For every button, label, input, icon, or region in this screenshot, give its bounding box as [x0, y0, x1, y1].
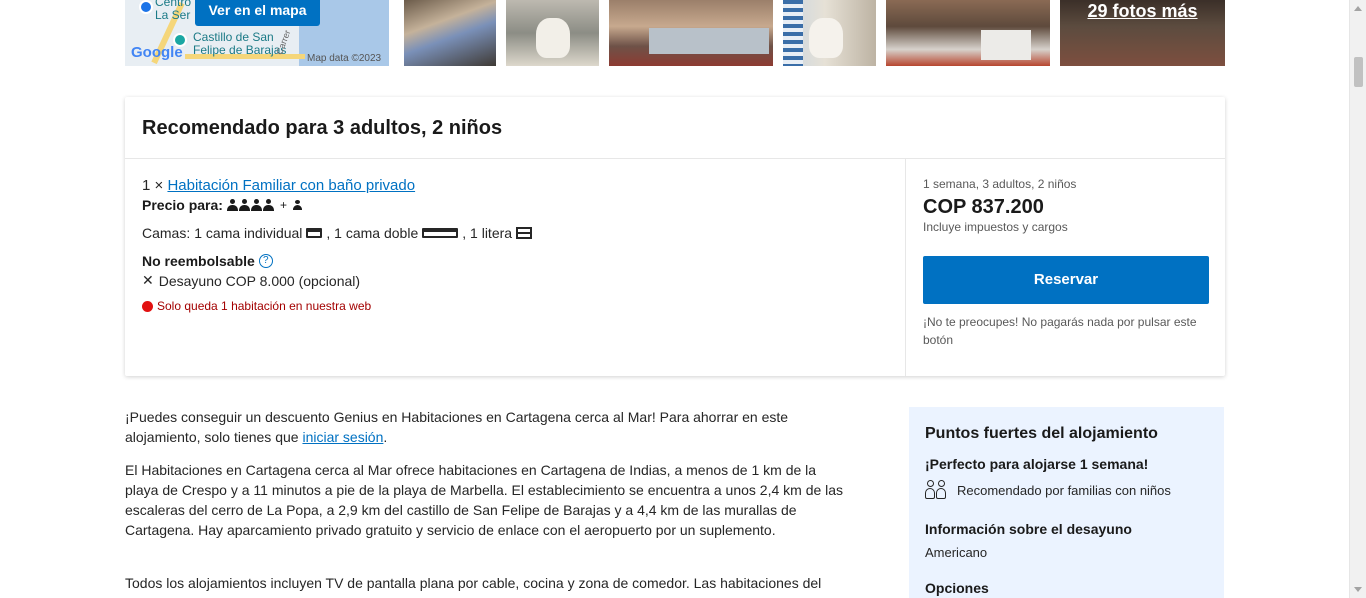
property-photo[interactable]	[404, 0, 496, 66]
adult-icon	[226, 199, 238, 211]
more-photos-tile[interactable]: 29 fotos más	[1060, 0, 1225, 66]
reserve-button[interactable]: Reservar	[923, 256, 1209, 304]
room-name-link[interactable]: Habitación Familiar con baño privado	[167, 177, 415, 194]
recommendation-card: Recomendado para 3 adultos, 2 niños 1 × …	[125, 97, 1225, 376]
map-thumbnail[interactable]: Centro La Ser Castillo de San Felipe de …	[125, 0, 389, 66]
taxes-note: Incluye impuestos y cargos	[923, 220, 1068, 234]
google-logo: Google	[131, 44, 183, 61]
scarcity-label: Solo queda 1 habitación en nuestra web	[157, 299, 372, 313]
non-refundable-label: No reembolsable	[142, 253, 255, 269]
curtain-shape	[783, 0, 803, 66]
breakfast-type: Americano	[925, 545, 988, 560]
scarcity-message: Solo queda 1 habitación en nuestra web	[142, 299, 888, 313]
photo-gallery: Centro La Ser Castillo de San Felipe de …	[125, 0, 1225, 66]
property-highlights: Puntos fuertes del alojamiento ¡Perfecto…	[909, 407, 1224, 598]
property-photo[interactable]	[609, 0, 773, 66]
help-icon[interactable]: ?	[258, 254, 273, 268]
bed-double-text: , 1 cama doble	[326, 225, 419, 241]
family-icon	[925, 480, 949, 500]
bed-bunk-text: , 1 litera	[462, 225, 513, 241]
toilet-shape	[536, 18, 570, 58]
view-on-map-button[interactable]: Ver en el mapa	[195, 0, 320, 26]
price-for: Precio para: +	[142, 197, 888, 213]
price-for-label: Precio para:	[142, 197, 223, 213]
plus-sign: +	[279, 198, 287, 212]
adults-icons	[226, 199, 274, 211]
beds-label: Camas:	[142, 225, 191, 241]
recommendation-title: Recomendado para 3 adultos, 2 niños	[142, 117, 503, 139]
bed-single-text: 1 cama individual	[194, 225, 303, 241]
property-description: ¡Puedes conseguir un descuento Genius en…	[125, 407, 853, 598]
scroll-up-arrow-icon[interactable]	[1354, 6, 1362, 11]
bed-shape	[649, 28, 769, 54]
room-line: 1 × Habitación Familiar con baño privado	[142, 177, 888, 194]
breakfast-option: ✕ Desayuno COP 8.000 (opcional)	[142, 272, 888, 289]
more-photos-link[interactable]: 29 fotos más	[1060, 0, 1225, 22]
page-scrollbar[interactable]	[1349, 0, 1366, 598]
perfect-stay-heading: ¡Perfecto para alojarse 1 semana!	[925, 456, 1149, 472]
description-paragraph: El Habitaciones en Cartagena cerca al Ma…	[125, 462, 844, 538]
table-shape	[981, 30, 1031, 60]
breakfast-info-heading: Información sobre el desayuno	[925, 521, 1132, 537]
no-charge-note: ¡No te preocupes! No pagarás nada por pu…	[923, 315, 1197, 347]
map-label-centro: Centro La Ser	[155, 0, 192, 22]
map-data-credit: Map data ©2023	[307, 53, 382, 64]
cutlery-icon: ✕	[142, 272, 154, 288]
stay-info: 1 semana, 3 adultos, 2 niños	[923, 177, 1077, 191]
scroll-down-arrow-icon[interactable]	[1354, 587, 1362, 592]
sign-in-link[interactable]: iniciar sesión	[302, 429, 383, 445]
beds-line: Camas: 1 cama individual , 1 cama doble …	[142, 225, 888, 241]
room-details: 1 × Habitación Familiar con baño privado…	[125, 159, 905, 376]
room-quantity: 1 ×	[142, 177, 164, 194]
genius-text: ¡Puedes conseguir un descuento Genius en…	[125, 409, 789, 445]
recommendation-header: Recomendado para 3 adultos, 2 niños	[125, 97, 1225, 159]
double-bed-icon	[422, 228, 459, 238]
genius-discount-paragraph: ¡Puedes conseguir un descuento Genius en…	[125, 407, 853, 447]
single-bed-icon	[306, 228, 323, 238]
scrollbar-thumb[interactable]	[1354, 57, 1363, 87]
map-label-castle: Castillo de San Felipe de Barajas	[193, 30, 287, 57]
property-photo[interactable]	[506, 0, 599, 66]
red-dot-icon	[142, 300, 153, 312]
genius-text-end: .	[383, 429, 388, 445]
total-price: COP 837.200	[923, 196, 1044, 218]
price-panel: 1 semana, 3 adultos, 2 niños COP 837.200…	[905, 159, 1225, 376]
map-pin-icon	[139, 0, 153, 14]
property-photo[interactable]	[886, 0, 1050, 66]
breakfast-label: Desayuno COP 8.000 (opcional)	[158, 272, 361, 289]
non-refundable: No reembolsable ?	[142, 253, 888, 269]
adult-icon	[238, 199, 250, 211]
property-photo[interactable]	[783, 0, 876, 66]
next-heading-cut: Opciones	[925, 580, 989, 596]
family-recommendation-label: Recomendado por familias con niños	[957, 482, 1171, 498]
adult-icon	[262, 199, 274, 211]
family-recommendation: Recomendado por familias con niños	[925, 480, 1208, 500]
bunk-bed-icon	[516, 227, 533, 239]
child-icon	[292, 200, 302, 210]
description-paragraph: Todos los alojamientos incluyen TV de pa…	[125, 575, 824, 598]
toilet-shape	[809, 18, 843, 58]
highlights-title: Puntos fuertes del alojamiento	[925, 425, 1158, 442]
adult-icon	[250, 199, 262, 211]
